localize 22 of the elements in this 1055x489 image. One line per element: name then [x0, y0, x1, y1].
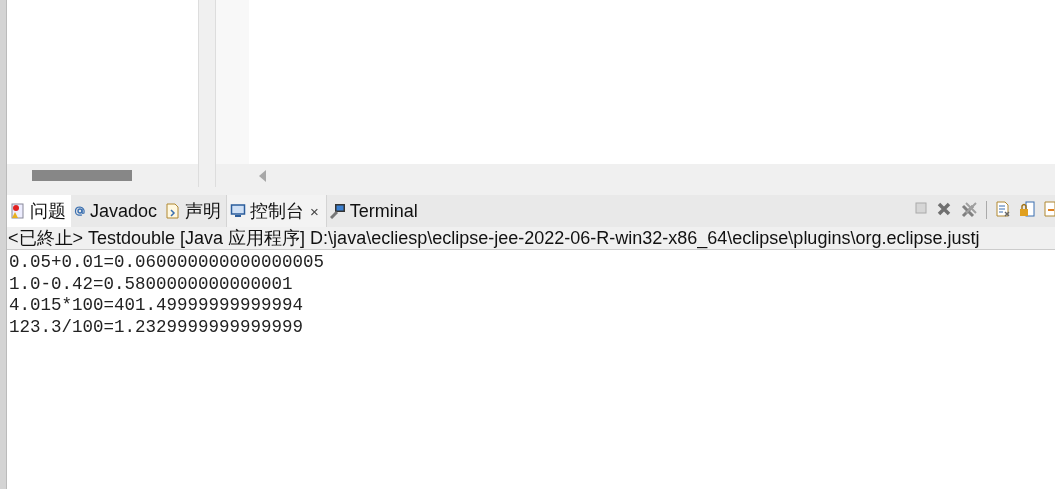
at-sign-icon: [74, 205, 86, 217]
lock-document-icon[interactable]: [1019, 201, 1035, 217]
scroll-left-arrow-icon[interactable]: [259, 169, 267, 182]
remove-all-icon[interactable]: [960, 201, 978, 219]
monitor-icon: [230, 203, 247, 219]
console-output-line: 1.0-0.42=0.5800000000000001: [9, 273, 294, 295]
console-output-line: 4.015*100=401.49999999999994: [9, 295, 305, 317]
console-output-line: 0.05+0.01=0.060000000000000005: [9, 252, 326, 274]
problems-icon: [10, 203, 26, 219]
scrollbar-thumb[interactable]: [32, 170, 132, 181]
horizontal-scrollbar[interactable]: [7, 164, 198, 187]
view-tab[interactable]: 问题: [7, 195, 71, 227]
horizontal-scrollbar[interactable]: [216, 164, 1055, 187]
remove-icon[interactable]: [936, 201, 952, 217]
terminal-icon: [329, 203, 346, 219]
document-icon[interactable]: [995, 201, 1011, 217]
console-output-line: 123.3/100=1.2329999999999999: [9, 316, 305, 338]
document-icon[interactable]: [1043, 201, 1055, 217]
view-tab[interactable]: 控制台 ×: [226, 195, 327, 227]
console-header: <已終止> Testdouble [Java 应用程序] D:\java\ecliesp\eclipse-jee-2022-06-R-win32-x86_64\eclipse\plugins\org.eclipse.justj: [7, 227, 1055, 250]
close-tab-button[interactable]: ×: [308, 202, 321, 220]
document-icon: [165, 203, 182, 219]
